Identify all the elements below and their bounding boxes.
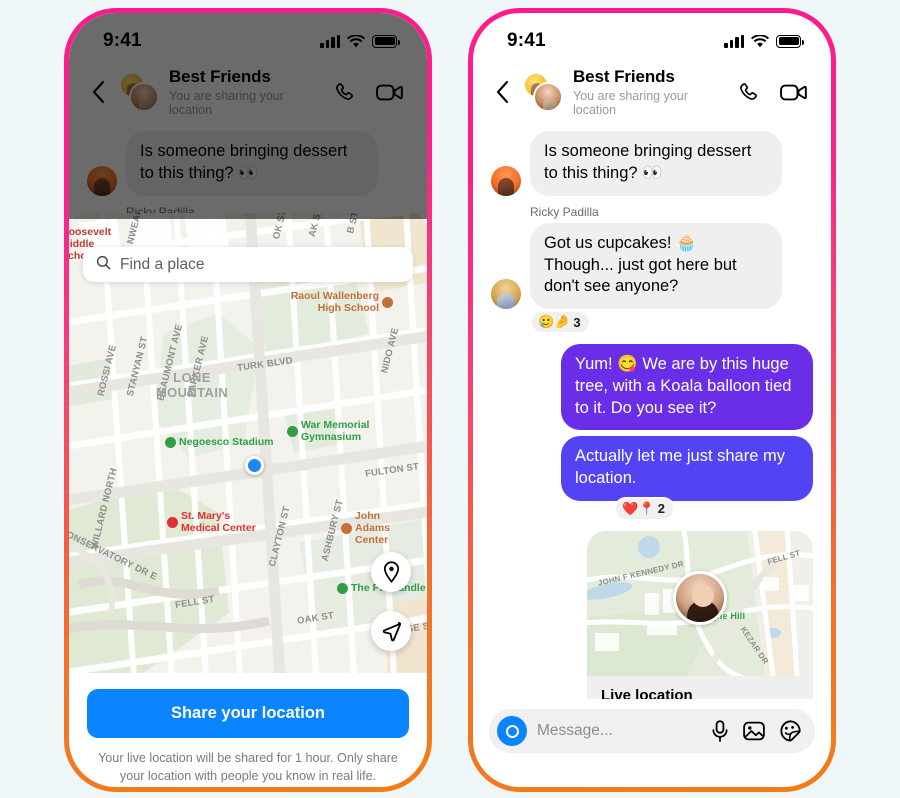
message-bubble[interactable]: Got us cupcakes! 🧁 Though... just got he… — [530, 222, 782, 310]
location-sharing-sheet: NWEAL OK ST AK ST B ST ROSSI AVE STANYAN… — [69, 213, 427, 787]
message-bubble[interactable]: Is someone bringing dessert to this thin… — [530, 131, 782, 196]
microphone-icon[interactable] — [711, 720, 729, 742]
reaction-emojis: ❤️📍 — [622, 500, 655, 516]
avatar[interactable] — [491, 165, 521, 196]
avatar-member-2 — [533, 82, 563, 113]
chat-header-subtitle: You are sharing your location — [573, 88, 688, 117]
status-icons — [320, 34, 400, 48]
search-input[interactable]: Find a place — [83, 247, 413, 282]
phone-call-icon[interactable] — [333, 81, 356, 104]
chat-header-subtitle: You are sharing your location — [169, 88, 284, 117]
search-icon — [96, 255, 111, 275]
left-message-list: Is someone bringing dessert to this thin… — [69, 131, 427, 219]
left-dimmed-chat: 9:41 Best Friends You are sharing your l… — [69, 13, 427, 219]
avatar[interactable] — [87, 165, 117, 196]
cellular-bars-icon — [724, 34, 744, 48]
sticker-smiley-icon[interactable] — [779, 720, 801, 742]
chat-header-text: Best Friends You are sharing your locati… — [169, 67, 323, 117]
reaction-emojis: 🥲🤌 — [538, 314, 571, 330]
chat-header: Best Friends You are sharing your locati… — [473, 61, 831, 132]
composer-bar: Message... — [489, 709, 815, 753]
reaction-count: 2 — [657, 501, 665, 517]
chat-header-text: Best Friends You are sharing your locati… — [573, 67, 727, 117]
battery-full-icon — [776, 34, 804, 48]
page-title: Best Friends — [169, 67, 271, 86]
video-camera-icon[interactable] — [780, 82, 807, 103]
message-input[interactable]: Message... — [537, 722, 701, 740]
composer-icons — [711, 720, 801, 742]
back-chevron-icon[interactable] — [87, 78, 109, 106]
group-avatar[interactable] — [523, 72, 563, 113]
map-canvas[interactable]: NWEAL OK ST AK ST B ST ROSSI AVE STANYAN… — [69, 213, 427, 673]
chat-header-actions — [333, 81, 403, 104]
message-row: Yum! 😋 We are by this huge tree, with a … — [491, 344, 813, 431]
status-bar: 9:41 — [69, 13, 427, 61]
message-bubble[interactable]: Actually let me just share my location. — [561, 436, 813, 501]
message-reaction[interactable]: ❤️📍 2 — [614, 496, 675, 521]
current-location-dot — [245, 456, 264, 475]
wifi-icon — [347, 34, 365, 48]
right-phone-screen: 9:41 Best Friends You are sharing your l… — [473, 13, 831, 787]
group-avatar[interactable] — [119, 72, 159, 113]
reaction-count: 3 — [573, 314, 581, 330]
message-bubble[interactable]: Is someone bringing dessert to this thin… — [126, 131, 378, 196]
status-icons — [724, 34, 804, 48]
right-message-list: Is someone bringing dessert to this thin… — [473, 131, 831, 780]
map-vector-graphic — [69, 213, 427, 673]
video-camera-icon[interactable] — [376, 82, 403, 103]
screenshot-stage: 9:41 Best Friends You are sharing your l… — [0, 0, 900, 798]
chat-header: Best Friends You are sharing your locati… — [69, 61, 427, 132]
live-location-map[interactable]: JOHN F KENNEDY DR FELL ST Hippie Hill KE… — [587, 530, 813, 676]
page-title: Best Friends — [573, 67, 675, 86]
search-placeholder: Find a place — [120, 255, 205, 273]
chat-header-actions — [737, 81, 807, 104]
camera-button-icon[interactable] — [497, 716, 527, 746]
message-row: Is someone bringing dessert to this thin… — [87, 131, 409, 196]
status-time: 9:41 — [507, 30, 546, 51]
left-phone-frame: 9:41 Best Friends You are sharing your l… — [64, 8, 432, 792]
reaction-wrapper: ❤️📍 2 — [491, 496, 813, 521]
right-phone-frame: 9:41 Best Friends You are sharing your l… — [468, 8, 836, 792]
status-bar: 9:41 — [473, 13, 831, 61]
sheet-footer: Share your location Your live location w… — [69, 673, 427, 787]
message-reaction[interactable]: 🥲🤌 3 — [530, 310, 591, 335]
message-row: Actually let me just share my location. — [491, 436, 813, 501]
cellular-bars-icon — [320, 34, 340, 48]
navigation-arrow-icon[interactable] — [371, 611, 411, 651]
share-location-button[interactable]: Share your location — [87, 689, 409, 738]
reaction-wrapper: 🥲🤌 3 — [530, 310, 813, 335]
live-location-avatar-pin — [673, 570, 727, 625]
sender-label: Ricky Padilla — [530, 204, 599, 219]
status-time: 9:41 — [103, 30, 142, 51]
message-bubble[interactable]: Yum! 😋 We are by this huge tree, with a … — [561, 344, 813, 431]
back-chevron-icon[interactable] — [491, 78, 513, 106]
message-composer: Message... — [473, 699, 831, 787]
message-row: Is someone bringing dessert to this thin… — [491, 131, 813, 196]
left-phone-screen: 9:41 Best Friends You are sharing your l… — [69, 13, 427, 787]
map-pin-icon[interactable] — [371, 552, 411, 592]
photo-gallery-icon[interactable] — [743, 721, 765, 741]
phone-call-icon[interactable] — [737, 81, 760, 104]
avatar[interactable] — [491, 279, 521, 310]
message-row: Got us cupcakes! 🧁 Though... just got he… — [491, 222, 813, 310]
wifi-icon — [751, 34, 769, 48]
battery-full-icon — [372, 34, 400, 48]
location-disclaimer: Your live location will be shared for 1 … — [98, 751, 398, 783]
avatar-member-2 — [129, 82, 159, 113]
